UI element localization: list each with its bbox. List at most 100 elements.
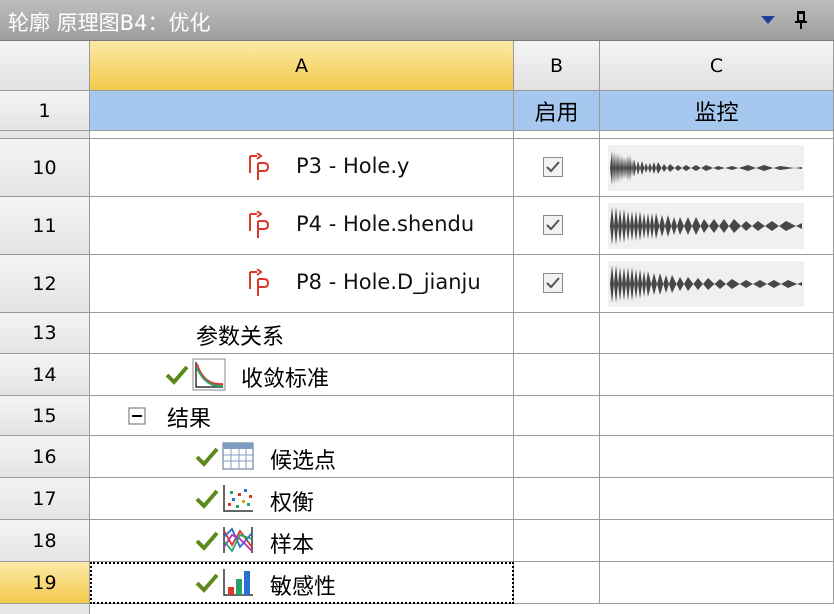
history-sparkline-icon	[608, 203, 804, 249]
row-number: 16	[32, 445, 57, 468]
table-row-selected[interactable]: 敏感性	[90, 562, 514, 604]
row1-cell-a[interactable]	[90, 91, 514, 131]
table-row[interactable]: 候选点	[90, 436, 514, 478]
row-label: 收敛标准	[241, 367, 330, 392]
table-row[interactable]: 结果	[90, 396, 514, 436]
title-bar: 轮廓 原理图B4：优化	[0, 0, 834, 41]
check-mark-icon	[546, 277, 560, 289]
table-row[interactable]: 权衡	[90, 478, 514, 520]
enable-cell[interactable]	[514, 562, 600, 604]
row-header-18[interactable]: 18	[0, 520, 90, 562]
enable-cell[interactable]	[514, 396, 600, 436]
parameter-icon	[249, 153, 270, 180]
green-check-icon	[195, 531, 219, 551]
column-header-b[interactable]: B	[514, 41, 600, 91]
green-check-icon	[165, 365, 189, 385]
green-check-icon	[195, 447, 219, 467]
enable-cell[interactable]	[514, 139, 600, 197]
table-row[interactable]: P4 - Hole.shendu	[90, 197, 514, 255]
monitor-cell[interactable]	[600, 313, 834, 354]
partial-row-cell	[90, 131, 514, 139]
samples-lines-icon	[223, 527, 253, 553]
table-row[interactable]: P3 - Hole.y	[90, 139, 514, 197]
check-mark-icon	[546, 219, 560, 231]
enable-checkbox[interactable]	[543, 157, 563, 177]
row-number: 14	[32, 363, 57, 386]
parameter-icon	[249, 211, 270, 238]
enable-cell[interactable]	[514, 197, 600, 255]
column-header-c[interactable]: C	[600, 41, 834, 91]
row-header-17[interactable]: 17	[0, 478, 90, 520]
row-header-19[interactable]: 19	[0, 562, 90, 604]
row1-cell-monitor[interactable]: 监控	[600, 91, 834, 131]
enable-cell[interactable]	[514, 313, 600, 354]
row-number: 15	[32, 404, 57, 427]
table-row[interactable]: P8 - Hole.D_jianju	[90, 255, 514, 313]
enable-cell[interactable]	[514, 436, 600, 478]
row-header-14[interactable]: 14	[0, 354, 90, 396]
row-number: 1	[38, 99, 51, 122]
enable-checkbox[interactable]	[543, 215, 563, 235]
row-label: P8 - Hole.D_jianju	[296, 270, 481, 294]
row-header-10[interactable]: 10	[0, 139, 90, 197]
row-label: 样本	[270, 533, 315, 558]
monitor-column-label: 监控	[694, 100, 739, 126]
column-a-label: A	[295, 54, 308, 77]
row-number: 17	[32, 487, 57, 510]
row-header-partial	[0, 604, 90, 614]
row-header-1[interactable]: 1	[0, 91, 90, 131]
pin-icon[interactable]	[791, 9, 811, 31]
green-check-icon	[195, 489, 219, 509]
column-c-label: C	[709, 54, 724, 77]
row-number: 10	[32, 156, 57, 179]
monitor-cell[interactable]	[600, 520, 834, 562]
parameter-icon	[249, 269, 270, 296]
row1-cell-enable[interactable]: 启用	[514, 91, 600, 131]
tradeoff-scatter-icon	[223, 485, 253, 512]
row-header-12[interactable]: 12	[0, 255, 90, 313]
focus-rectangle	[90, 562, 514, 604]
row-header-11[interactable]: 11	[0, 197, 90, 255]
history-sparkline-icon	[608, 145, 804, 191]
triangle-down-icon[interactable]	[758, 12, 778, 28]
row-header-13[interactable]: 13	[0, 313, 90, 354]
row-header-15[interactable]: 15	[0, 396, 90, 436]
column-b-label: B	[549, 54, 564, 77]
monitor-cell[interactable]	[600, 255, 834, 313]
row-number: 19	[32, 571, 57, 594]
row-number: 11	[32, 214, 57, 237]
monitor-cell[interactable]	[600, 478, 834, 520]
convergence-chart-icon	[192, 358, 226, 391]
enable-cell[interactable]	[514, 520, 600, 562]
row-label: 结果	[167, 407, 212, 432]
row-label: 权衡	[270, 491, 315, 516]
monitor-cell[interactable]	[600, 436, 834, 478]
collapse-minus-icon[interactable]	[128, 407, 146, 425]
enable-cell[interactable]	[514, 478, 600, 520]
enable-checkbox[interactable]	[543, 273, 563, 293]
row-number: 13	[32, 322, 57, 344]
check-mark-icon	[546, 161, 560, 173]
partial-row-cell	[90, 604, 834, 614]
enable-cell[interactable]	[514, 354, 600, 396]
column-header-a[interactable]: A	[90, 41, 514, 91]
optimization-outline-window: 轮廓 原理图B4：优化 A B C 1 启用 监控 10 P3 - Hole.y…	[0, 0, 834, 614]
monitor-cell[interactable]	[600, 396, 834, 436]
outline-grid: A B C 1 启用 监控 10 P3 - Hole.y 11 P4 - Hol…	[0, 41, 834, 614]
table-row[interactable]: 收敛标准	[90, 354, 514, 396]
row-number: 18	[32, 529, 57, 552]
monitor-cell[interactable]	[600, 197, 834, 255]
partial-row-cell	[514, 131, 600, 139]
window-title: 轮廓 原理图B4：优化	[8, 11, 211, 35]
row-label: P4 - Hole.shendu	[296, 212, 475, 236]
row-label: P3 - Hole.y	[296, 154, 410, 178]
corner-header	[0, 41, 90, 91]
table-row[interactable]: 样本	[90, 520, 514, 562]
monitor-cell[interactable]	[600, 562, 834, 604]
enable-cell[interactable]	[514, 255, 600, 313]
row-header-16[interactable]: 16	[0, 436, 90, 478]
monitor-cell[interactable]	[600, 139, 834, 197]
row-number: 12	[32, 272, 57, 295]
monitor-cell[interactable]	[600, 354, 834, 396]
table-row[interactable]: 参数关系	[90, 313, 514, 354]
